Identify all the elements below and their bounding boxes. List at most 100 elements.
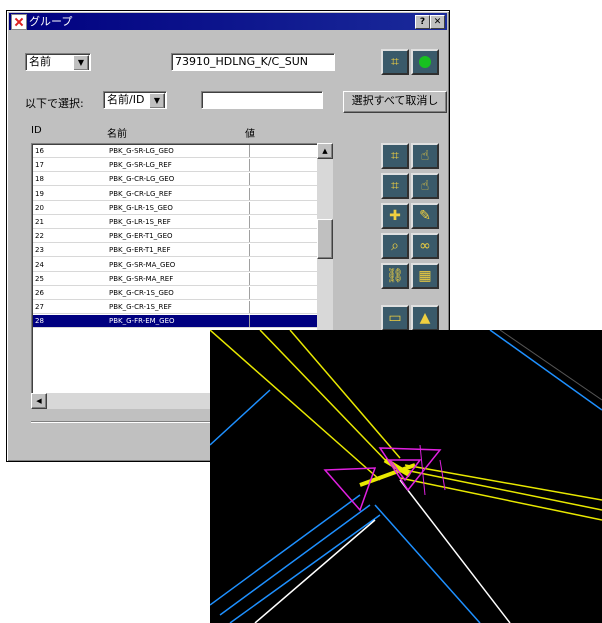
row-name: PBK_G-FR-EM_GEO xyxy=(109,317,175,326)
scroll-left-icon[interactable]: ◀ xyxy=(31,393,47,409)
row-number: 20 xyxy=(35,203,44,212)
row-name: PBK_G-CR-1S_GEO xyxy=(109,289,174,297)
list-row[interactable]: 26 PBK_G-CR-1S_GEO xyxy=(33,287,325,300)
list-row[interactable]: 17 PBK_G-SR-LG_REF xyxy=(33,159,325,173)
row-number: 18 xyxy=(35,175,44,184)
search-mode-select[interactable]: 名前 ▼ xyxy=(25,53,91,71)
pointer-element-icon[interactable]: ☝ xyxy=(411,173,439,199)
column-header-name[interactable]: 名前 xyxy=(107,125,127,140)
row-number: 22 xyxy=(35,232,44,241)
boundary-line xyxy=(219,504,371,616)
row-name: PBK_G-LR-1S_REF xyxy=(109,218,171,226)
scroll-thumb[interactable] xyxy=(317,219,333,259)
filter-mode-select[interactable]: 名前/ID ▼ xyxy=(103,91,167,109)
list-row[interactable]: 16 PBK_G-SR-LG_GEO xyxy=(33,145,325,158)
marker-triangle xyxy=(323,467,377,512)
list-row[interactable]: 22 PBK_G-ER-T1_GEO xyxy=(33,230,325,244)
group-name-field[interactable]: 73910_HDLNG_K/C_SUN xyxy=(171,53,335,71)
deselect-all-button[interactable]: 選択すべて取消し xyxy=(343,91,447,113)
green-dot-icon[interactable] xyxy=(411,49,439,75)
row-name: PBK_G-CR-LG_GEO xyxy=(109,175,175,184)
row-number: 17 xyxy=(35,161,44,170)
column-separator xyxy=(249,173,250,186)
zoom-icon[interactable]: ⌕ xyxy=(381,233,409,259)
column-separator xyxy=(249,230,250,243)
frame-select-icon[interactable]: ⌗ xyxy=(381,49,409,75)
road-line xyxy=(404,464,602,501)
column-separator xyxy=(249,201,250,214)
row-name: PBK_G-CR-LG_REF xyxy=(109,189,173,198)
search-mode-value: 名前 xyxy=(29,55,51,68)
list-row[interactable]: 24 PBK_G-SR-MA_GEO xyxy=(33,258,325,272)
add-to-group-icon[interactable]: ✚ xyxy=(381,203,409,229)
boundary-line xyxy=(210,494,361,606)
list-row[interactable]: 20 PBK_G-LR-1S_GEO xyxy=(33,201,325,215)
road-line xyxy=(259,330,391,466)
row-name: PBK_G-SR-MA_REF xyxy=(109,274,174,283)
select-element-icon[interactable]: ⌗ xyxy=(381,173,409,199)
filter-label: 以下で選択: xyxy=(25,97,84,110)
column-separator xyxy=(249,272,250,285)
scroll-up-icon[interactable]: ▲ xyxy=(317,143,333,159)
select-group-icon[interactable]: ⌗ xyxy=(381,143,409,169)
row-number: 28 xyxy=(35,317,44,326)
cad-view[interactable] xyxy=(210,330,602,623)
row-number: 16 xyxy=(35,147,44,155)
column-separator xyxy=(249,258,250,271)
column-header-value[interactable]: 値 xyxy=(245,125,255,140)
column-separator xyxy=(249,159,250,172)
list-row[interactable]: 19 PBK_G-CR-LG_REF xyxy=(33,187,325,201)
list-row[interactable]: 28 PBK_G-FR-EM_GEO xyxy=(33,315,325,329)
list-row[interactable]: 27 PBK_G-CR-1S_REF xyxy=(33,301,325,315)
column-separator xyxy=(249,216,250,228)
window-title: グループ xyxy=(29,15,73,28)
edge-line xyxy=(499,330,602,401)
pointer-group-icon[interactable]: ☝ xyxy=(411,143,439,169)
boundary-line xyxy=(210,389,271,446)
chevron-down-icon[interactable]: ▼ xyxy=(73,55,89,70)
edge-line xyxy=(254,519,376,623)
column-separator xyxy=(249,301,250,314)
row-name: PBK_G-SR-LG_GEO xyxy=(109,147,174,155)
road-line xyxy=(404,469,602,511)
row-number: 21 xyxy=(35,218,44,226)
list-row[interactable]: 21 PBK_G-LR-1S_REF xyxy=(33,216,325,229)
highlight-icon[interactable]: ▲ xyxy=(411,305,439,331)
cad-drawing xyxy=(210,330,602,623)
list-row[interactable]: 23 PBK_G-ER-T1_REF xyxy=(33,244,325,258)
row-name: PBK_G-ER-T1_GEO xyxy=(109,232,173,241)
row-name: PBK_G-SR-MA_GEO xyxy=(109,260,176,269)
link-icon[interactable]: ∞ xyxy=(411,233,439,259)
row-name: PBK_G-LR-1S_GEO xyxy=(109,203,173,212)
column-header-number[interactable]: ID xyxy=(31,125,42,136)
row-number: 19 xyxy=(35,189,44,198)
erase-icon[interactable]: ✎ xyxy=(411,203,439,229)
road-line xyxy=(289,330,401,459)
column-separator xyxy=(249,315,250,328)
help-button[interactable]: ? xyxy=(415,15,430,29)
boundary-line xyxy=(229,514,381,623)
row-number: 27 xyxy=(35,303,44,312)
list-row[interactable]: 25 PBK_G-SR-MA_REF xyxy=(33,272,325,286)
filter-input[interactable] xyxy=(201,91,323,109)
column-separator xyxy=(249,145,250,157)
chevron-down-icon[interactable]: ▼ xyxy=(149,93,165,108)
row-name: PBK_G-SR-LG_REF xyxy=(109,161,172,170)
row-number: 23 xyxy=(35,246,44,255)
row-name: PBK_G-ER-T1_REF xyxy=(109,246,171,255)
chain-icon[interactable]: ⛓ xyxy=(381,263,409,289)
boundary-line xyxy=(489,330,602,411)
grid-icon[interactable]: ▦ xyxy=(411,263,439,289)
close-button[interactable]: ✕ xyxy=(430,15,445,29)
column-separator xyxy=(249,244,250,257)
row-name: PBK_G-CR-1S_REF xyxy=(109,303,172,312)
app-icon xyxy=(11,14,27,30)
column-separator xyxy=(249,187,250,200)
row-number: 25 xyxy=(35,274,44,283)
column-separator xyxy=(249,287,250,299)
title-bar[interactable]: グループ ? ✕ xyxy=(9,13,447,30)
list-row[interactable]: 18 PBK_G-CR-LG_GEO xyxy=(33,173,325,187)
row-number: 26 xyxy=(35,289,44,297)
display-icon[interactable]: ▭ xyxy=(381,305,409,331)
filter-mode-value: 名前/ID xyxy=(107,93,145,106)
